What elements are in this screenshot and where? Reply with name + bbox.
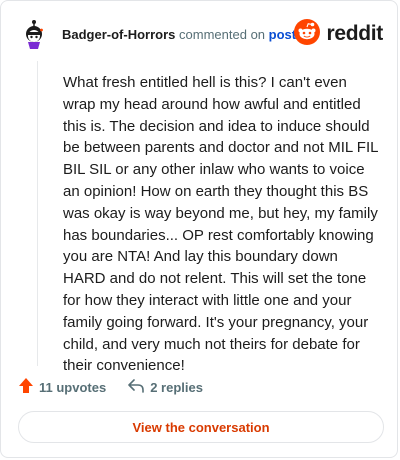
comment-card: Badger-of-Horrors commented on post redd…: [0, 0, 398, 458]
username-link[interactable]: Badger-of-Horrors: [62, 27, 175, 42]
comment-byline: Badger-of-Horrors commented on post: [62, 27, 296, 42]
post-link[interactable]: post: [269, 27, 296, 42]
reddit-brand[interactable]: reddit: [293, 18, 383, 51]
comment-actions: 11 upvotes 2 replies: [19, 377, 379, 397]
thread-line[interactable]: [37, 61, 38, 366]
snoo-avatar-icon[interactable]: [19, 19, 49, 49]
comment-body: What fresh entitled hell is this? I can'…: [63, 74, 378, 375]
comment-header: Badger-of-Horrors commented on post redd…: [15, 15, 383, 55]
reply-count: 2 replies: [150, 379, 203, 395]
replies-button[interactable]: 2 replies: [128, 378, 203, 396]
view-conversation-button[interactable]: View the conversation: [18, 411, 384, 443]
upvote-count: 11 upvotes: [39, 379, 107, 395]
reddit-logo-icon: [293, 18, 321, 51]
view-conversation-label: View the conversation: [132, 419, 270, 435]
reply-arrow-icon: [128, 378, 145, 396]
reddit-wordmark: reddit: [326, 22, 383, 45]
upvote-arrow-icon: [19, 378, 33, 396]
commented-on-text: commented on: [179, 27, 266, 42]
upvote-button[interactable]: 11 upvotes: [19, 378, 106, 396]
